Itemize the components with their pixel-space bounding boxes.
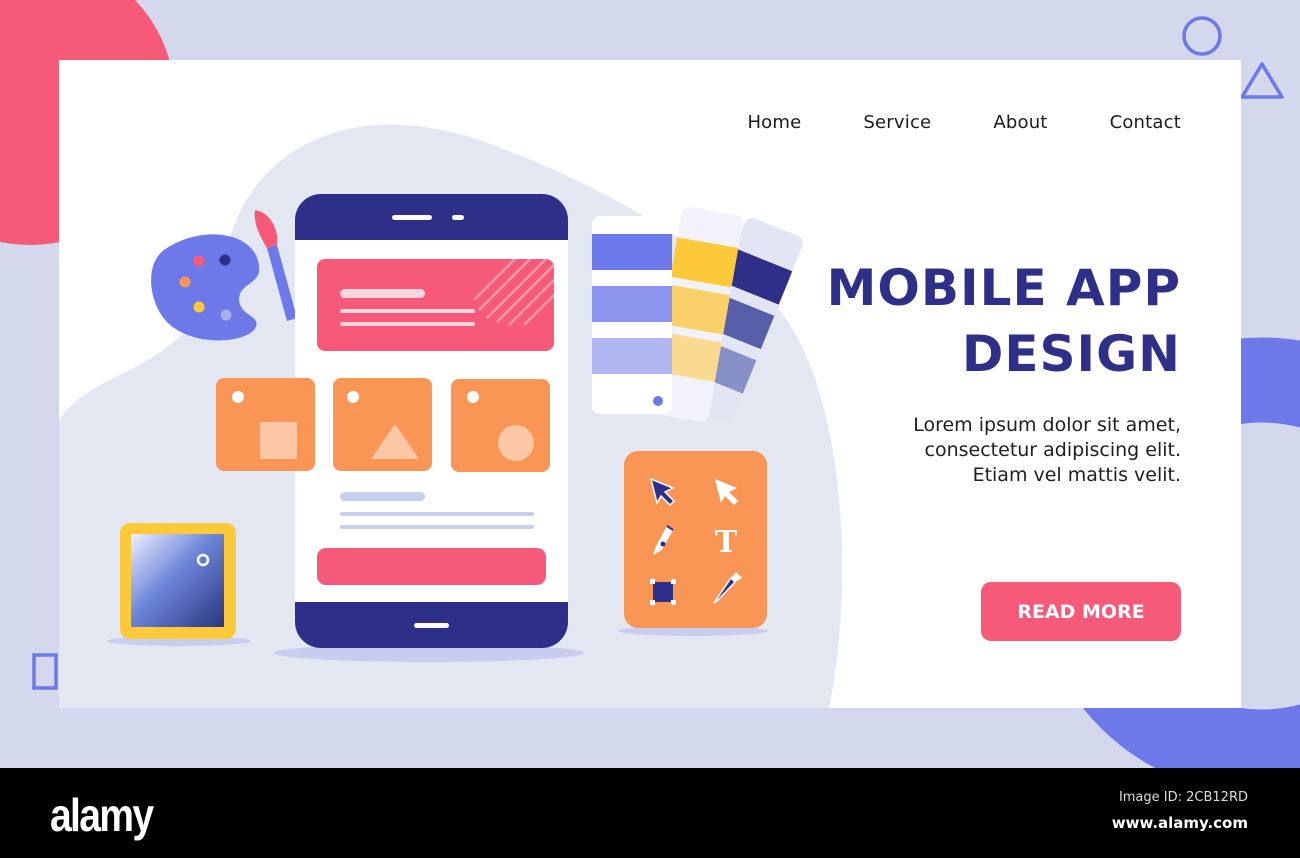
decor-outline-square <box>32 653 58 690</box>
description: Lorem ipsum dolor sit amet, consectetur … <box>821 413 1181 488</box>
tool-panel: T <box>624 451 767 628</box>
shape-card-square <box>216 378 315 471</box>
title-line-1: MOBILE APP <box>826 259 1181 317</box>
svg-text:T: T <box>715 525 738 560</box>
rectangle-tool-icon <box>650 579 676 605</box>
color-picker-icon <box>120 523 236 639</box>
footer: alamy Image ID: 2CB12RD www.alamy.com <box>0 768 1300 858</box>
image-id: Image ID: 2CB12RD <box>1118 790 1248 805</box>
decor-outline-triangle <box>1240 62 1284 99</box>
site-url[interactable]: www.alamy.com <box>1112 814 1248 832</box>
shape-card-triangle <box>333 378 432 471</box>
title-line-2: DESIGN <box>961 325 1181 383</box>
page-title: MOBILE APP DESIGN <box>827 255 1181 387</box>
shape-card-circle <box>451 379 550 472</box>
alamy-logo: alamy <box>50 789 154 841</box>
paintbrush-icon <box>254 210 297 321</box>
description-line-2: consectetur adipiscing elit. <box>924 439 1181 461</box>
illustration: T <box>120 194 803 648</box>
description-line-1: Lorem ipsum dolor sit amet, <box>913 414 1181 436</box>
landing-card: Home Service About Contact MOBILE APP DE… <box>59 60 1241 708</box>
nav-contact[interactable]: Contact <box>1110 112 1181 133</box>
nav-about[interactable]: About <box>993 112 1047 133</box>
palette-icon <box>151 234 260 341</box>
nav-service[interactable]: Service <box>863 112 931 133</box>
text-tool-icon: T <box>715 525 738 560</box>
color-swatches <box>592 206 803 423</box>
read-more-button[interactable]: READ MORE <box>981 582 1181 641</box>
decor-outline-circle <box>1182 16 1222 56</box>
description-line-3: Etiam vel mattis velit. <box>972 464 1181 486</box>
page-background: Home Service About Contact MOBILE APP DE… <box>0 0 1300 768</box>
